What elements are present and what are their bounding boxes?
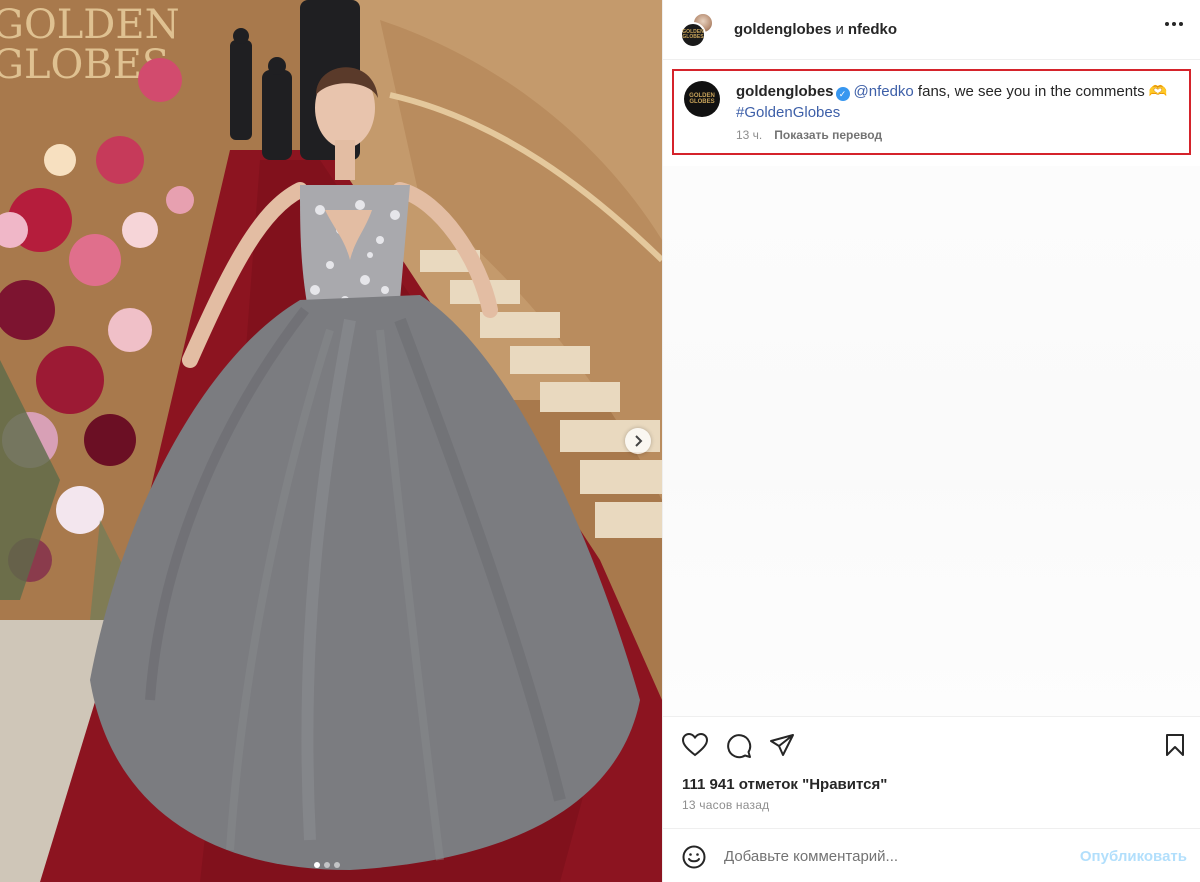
likes-count[interactable]: 111 941 отметок "Нравится" [682, 776, 887, 793]
comment-input[interactable] [724, 843, 1064, 869]
emoji-button[interactable] [682, 845, 706, 874]
more-dot-icon [1165, 22, 1169, 26]
caption-hashtag-link[interactable]: #GoldenGlobes [736, 104, 840, 121]
verified-badge-icon: ✓ [835, 87, 850, 101]
bookmark-icon [1166, 734, 1184, 756]
golden-globes-logo: GOLDEN GLOBES [689, 93, 715, 105]
more-options-button[interactable] [1165, 22, 1183, 26]
publish-comment-button[interactable]: Опубликовать [1080, 848, 1187, 865]
carousel-dot-3 [334, 862, 340, 868]
collab-avatars[interactable]: GOLDEN GLOBES [680, 11, 714, 48]
caption-meta: 13 ч. Показать перевод [736, 128, 882, 142]
next-photo-button[interactable] [625, 428, 651, 454]
paper-plane-icon [770, 734, 794, 756]
post-side-panel: GOLDEN GLOBES goldenglobes и nfedko GOLDE… [662, 0, 1200, 882]
caption-avatar[interactable]: GOLDEN GLOBES [684, 81, 720, 117]
comment-bubble-icon [727, 734, 752, 759]
chevron-right-icon [635, 435, 643, 447]
author-link-goldenglobes[interactable]: goldenglobes [734, 21, 832, 38]
share-button[interactable] [769, 733, 795, 762]
post-authors: goldenglobes и nfedko [734, 21, 897, 38]
caption-body: fans, we see you in the comments 🫶 [913, 83, 1168, 100]
post-header: GOLDEN GLOBES goldenglobes и nfedko [663, 0, 1200, 60]
smiley-icon [682, 845, 706, 869]
more-dot-icon [1179, 22, 1183, 26]
post-time-ago[interactable]: 13 часов назад [682, 798, 769, 812]
carousel-dot-2 [324, 862, 330, 868]
save-button[interactable] [1165, 733, 1185, 762]
caption-highlight: GOLDEN GLOBES goldenglobes ✓ @nfedko fans, … [672, 69, 1191, 155]
show-translation-button[interactable]: Показать перевод [774, 128, 882, 142]
like-button[interactable] [681, 732, 709, 762]
more-dot-icon [1172, 22, 1176, 26]
caption-username[interactable]: goldenglobes [736, 83, 834, 100]
author-conjunction: и [835, 21, 844, 38]
comment-button[interactable] [726, 733, 752, 764]
comment-form: Опубликовать [663, 828, 1200, 882]
heart-icon [681, 732, 709, 757]
caption-text: goldenglobes ✓ @nfedko fans, we see you in… [736, 81, 1176, 123]
author-link-nfedko[interactable]: nfedko [848, 21, 897, 38]
post-actions [663, 716, 1200, 776]
caption-mention-link[interactable]: @nfedko [854, 83, 914, 100]
caption-timestamp[interactable]: 13 ч. [736, 128, 762, 142]
comments-list [663, 166, 1200, 716]
carousel-indicator [314, 862, 340, 868]
photo-illustration: GOLDEN GLOBES [0, 0, 662, 882]
avatar-goldenglobes[interactable]: GOLDEN GLOBES [680, 21, 706, 48]
post-photo: GOLDEN GLOBES [0, 0, 662, 882]
golden-globes-logo: GOLDEN GLOBES [682, 28, 704, 40]
carousel-dot-1 [314, 862, 320, 868]
